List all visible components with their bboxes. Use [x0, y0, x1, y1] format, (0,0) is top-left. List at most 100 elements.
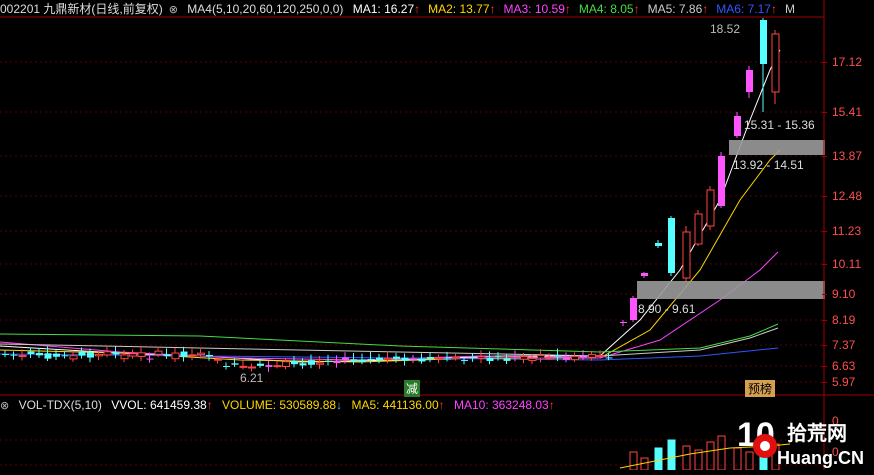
ma-value-7: M [785, 0, 795, 19]
zone-label-2: 13.92 - 14.51 [733, 158, 804, 172]
price-tick-mark [822, 112, 827, 113]
ma-value-6: MA6: 7.17↑ [716, 0, 777, 19]
price-tick-mark [822, 231, 827, 232]
high-price-label: 18.52 [710, 22, 741, 36]
ma4-line [0, 323, 779, 353]
price-tick-label: 9.10 [832, 287, 856, 301]
candle [316, 355, 324, 369]
indicator-header: 002201 九鼎新材(日线,前复权) ⊗ MA4(5,10,20,60,120,… [0, 0, 822, 19]
candle [171, 347, 180, 363]
ma-value-text: MA6: 7.17 [716, 2, 771, 16]
marker-yubang[interactable]: 预榜 [745, 380, 776, 397]
ma-value-text: MA3: 10.59 [503, 2, 565, 16]
dropdown-chevron-icon[interactable]: ⊗ [0, 397, 9, 416]
ma-value-4: MA4: 8.05↑ [579, 0, 640, 19]
ma-values: MA1: 16.27↑ MA2: 13.77↑ MA3: 10.59↑ MA4: 8.… [353, 0, 803, 19]
vvol-arrow: ↑ [206, 398, 213, 412]
volume-bar [667, 439, 676, 470]
price-tick-label: 12.48 [832, 189, 863, 203]
ma-value-1: MA1: 16.27↑ [353, 0, 420, 19]
stock-title: 002201 九鼎新材(日线,前复权) [0, 2, 163, 16]
price-tick-mark [822, 294, 827, 295]
ma-value-text: MA2: 13.77 [428, 2, 490, 16]
range-box-15 [729, 140, 825, 155]
candle [401, 353, 409, 366]
candle [435, 354, 443, 364]
candle [620, 320, 627, 326]
candle [427, 352, 434, 363]
dropdown-chevron-icon[interactable]: ⊗ [169, 1, 178, 20]
candle [734, 112, 741, 138]
ma-value-text: MA5: 7.86 [647, 2, 703, 16]
candle [694, 210, 703, 246]
price-tick-label: 5.97 [832, 375, 856, 389]
candle [10, 351, 18, 360]
ma-value-2: MA2: 13.77↑ [428, 0, 495, 19]
candle [359, 353, 366, 365]
candle [563, 352, 570, 363]
marker-jian[interactable]: 减 [404, 380, 421, 397]
candle [206, 351, 213, 361]
price-tick-label: 10.11 [832, 257, 862, 271]
price-tick-mark [822, 196, 827, 197]
candle [668, 216, 675, 276]
candle [452, 353, 460, 361]
ma-trend-arrow: ↑ [414, 2, 421, 16]
candle [760, 18, 767, 112]
site-watermark: 10 拾荒网 Huang.CN [735, 412, 874, 470]
ma5-text: MA5: 441136.00 [351, 398, 439, 412]
candle [188, 348, 197, 361]
candle [129, 349, 137, 359]
range-box-9 [637, 281, 825, 299]
candle [273, 361, 282, 369]
price-tick-mark [822, 320, 827, 321]
candle [350, 353, 358, 365]
candle [682, 226, 691, 282]
ma-value-text: MA4: 8.05 [578, 2, 634, 16]
candle [36, 347, 43, 358]
candle [282, 357, 290, 370]
zone-label-3: 8.90 - 9.61 [638, 302, 696, 316]
candle [223, 362, 230, 370]
price-tick-mark [822, 62, 827, 63]
volume-bar [682, 445, 691, 470]
ma-trend-arrow: ↑ [564, 2, 571, 16]
candle [706, 186, 715, 230]
ma-trend-arrow: ↑ [633, 2, 640, 16]
volume-header: ⊗ VOL-TDX(5,10) VVOL: 641459.38↑ VOLUME:… [0, 396, 822, 415]
ma-params[interactable]: MA4(5,10,20,60,120,250,0,0) [187, 0, 343, 19]
ma-trend-arrow: ↑ [489, 2, 496, 16]
price-tick-mark [822, 156, 827, 157]
candle [410, 354, 417, 363]
ma-trend-arrow: ↑ [702, 2, 709, 16]
watermark-site-name: 拾荒网 [787, 421, 847, 445]
price-tick-mark [822, 382, 827, 383]
ma-trend-arrow: ↑ [770, 2, 777, 16]
ma10-text: MA10: 363248.03 [453, 398, 549, 412]
vvol-value: VVOL: 641459.38↑ [111, 396, 212, 415]
price-tick-mark [822, 264, 827, 265]
candle [103, 347, 112, 358]
candle [239, 360, 248, 370]
candle [630, 296, 637, 322]
ma10-value: MA10: 363248.03↑ [454, 396, 555, 415]
ma-value-text: M [784, 2, 795, 16]
candle [112, 346, 120, 359]
candle [87, 348, 94, 363]
candle [718, 152, 725, 208]
price-tick-label: 6.63 [832, 359, 856, 373]
candle [746, 66, 753, 98]
vol-indicator-label[interactable]: VOL-TDX(5,10) [19, 396, 102, 415]
candle [197, 347, 205, 359]
price-tick-label: 17.12 [832, 55, 863, 69]
candle [477, 350, 486, 364]
ma10-arrow: ↑ [548, 398, 555, 412]
volume-bar [629, 451, 638, 470]
ma2-line [0, 149, 781, 363]
ma-value-text: MA1: 16.27 [352, 2, 415, 16]
price-tick-mark [822, 345, 827, 346]
candlesticks [2, 18, 780, 372]
candle [180, 346, 188, 362]
price-tick-label: 7.37 [832, 338, 856, 352]
candle [163, 348, 171, 359]
